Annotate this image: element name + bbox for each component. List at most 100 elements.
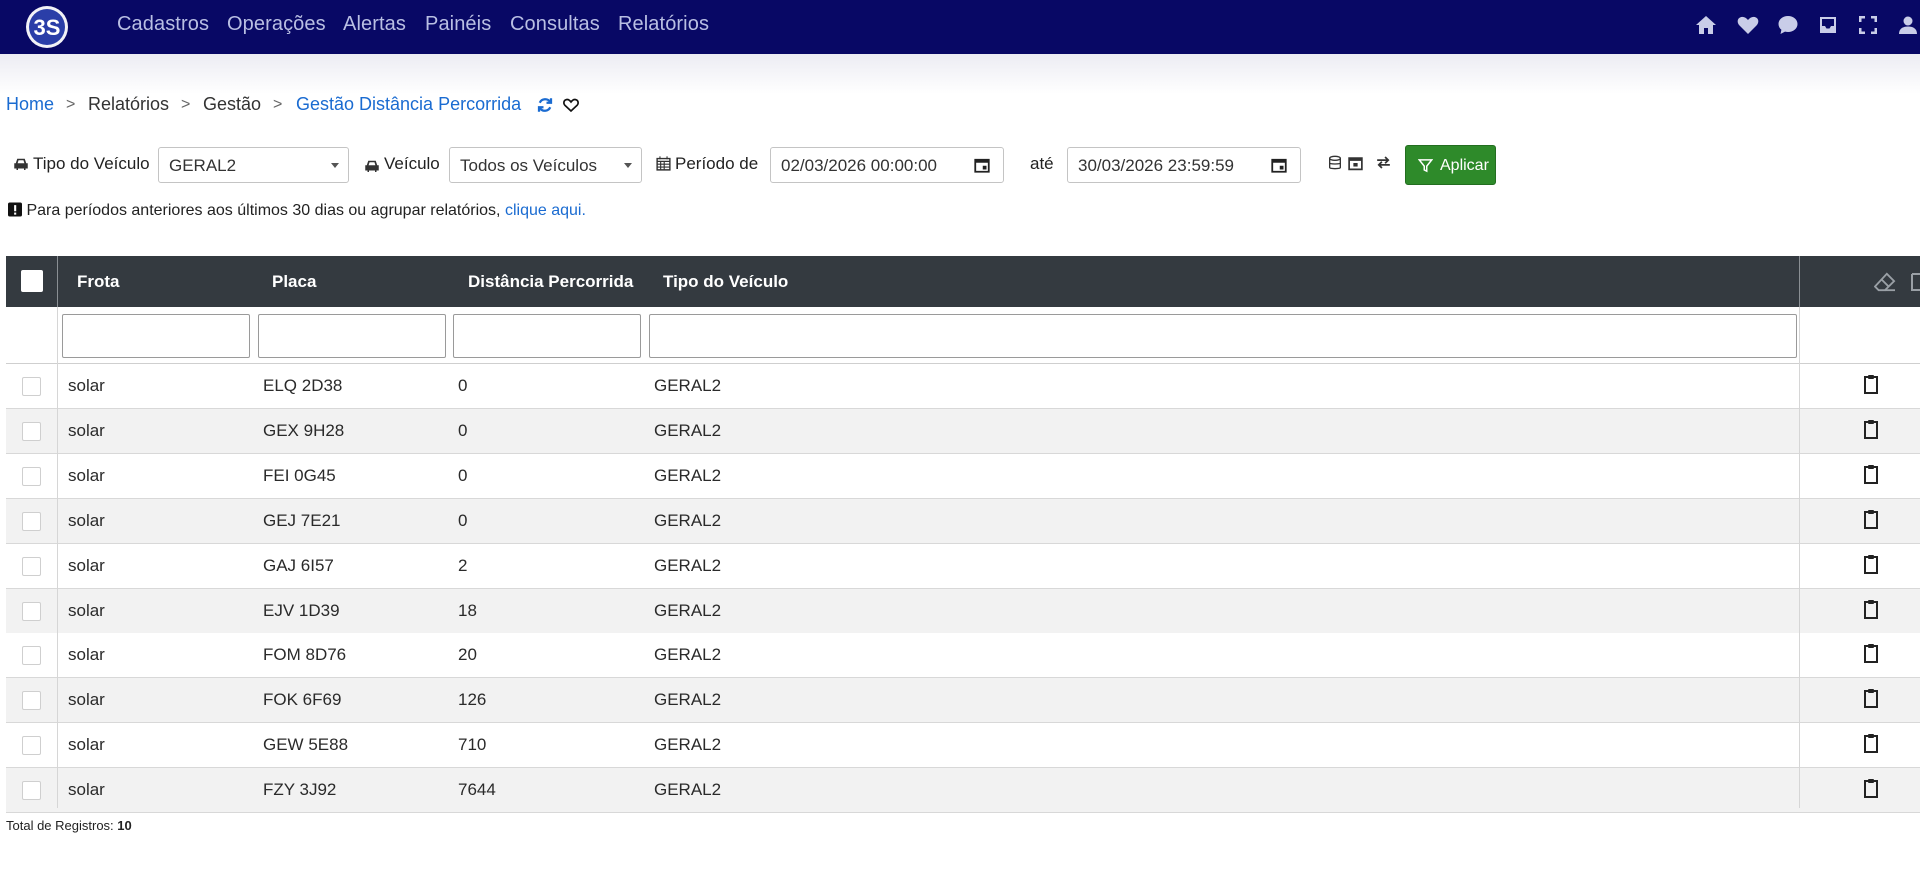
cell-tipo-veiculo: GERAL2 xyxy=(654,421,722,440)
notice-link[interactable]: clique aqui. xyxy=(505,202,586,219)
cell-distancia: 0 xyxy=(458,421,468,440)
apply-button[interactable]: Aplicar xyxy=(1405,145,1496,185)
vehicle-select[interactable]: Todos os Veículos xyxy=(449,147,642,183)
brand-logo[interactable]: 3S xyxy=(24,4,70,50)
clipboard-icon[interactable] xyxy=(1863,688,1879,708)
row-checkbox[interactable] xyxy=(22,691,41,710)
exclamation-icon xyxy=(8,202,22,217)
filter-tipo-veiculo-input[interactable] xyxy=(649,314,1797,358)
export-icon[interactable] xyxy=(1910,272,1920,292)
cell-tipo-veiculo: GERAL2 xyxy=(654,690,722,709)
cell-placa: EJV 1D39 xyxy=(263,601,340,620)
vehicle-type-select[interactable]: GERAL2 xyxy=(158,147,349,183)
cell-frota: solar xyxy=(68,421,105,440)
cell-frota: solar xyxy=(68,735,105,754)
period-from-input[interactable]: 02/03/2026 00:00:00 xyxy=(770,147,1004,183)
cell-placa: ELQ 2D38 xyxy=(263,376,343,395)
nav-relatorios[interactable]: Relatórios xyxy=(618,13,709,36)
row-checkbox[interactable] xyxy=(22,377,41,396)
brand-logo-text: 3S xyxy=(34,15,61,40)
nav-alertas[interactable]: Alertas xyxy=(343,13,406,36)
inbox-icon[interactable] xyxy=(1816,13,1840,37)
row-checkbox[interactable] xyxy=(22,736,41,755)
cell-frota: solar xyxy=(68,376,105,395)
total-records: Total de Registros: 10 xyxy=(6,818,132,833)
breadcrumb-separator: > xyxy=(273,96,283,113)
clipboard-icon[interactable] xyxy=(1863,464,1879,484)
header-divider xyxy=(1799,256,1800,307)
clipboard-icon[interactable] xyxy=(1863,778,1879,798)
row-checkbox[interactable] xyxy=(22,512,41,531)
column-divider xyxy=(57,307,58,808)
breadcrumb-gestao[interactable]: Gestão xyxy=(203,94,261,115)
total-records-value: 10 xyxy=(117,818,132,833)
swap-icon[interactable] xyxy=(1374,153,1393,172)
clipboard-icon[interactable] xyxy=(1863,733,1879,753)
fullscreen-icon[interactable] xyxy=(1856,13,1880,37)
row-checkbox[interactable] xyxy=(22,422,41,441)
nav-paineis[interactable]: Painéis xyxy=(425,13,491,36)
row-checkbox[interactable] xyxy=(22,781,41,800)
cell-distancia: 20 xyxy=(458,645,477,664)
cell-placa: FOM 8D76 xyxy=(263,645,347,664)
vehicle-value: Todos os Veículos xyxy=(460,156,598,175)
filter-placa-input[interactable] xyxy=(258,314,446,358)
cell-distancia: 0 xyxy=(458,466,468,485)
header-shadow xyxy=(0,54,1920,94)
nav-operacoes[interactable]: Operações xyxy=(227,13,326,36)
row-checkbox[interactable] xyxy=(22,646,41,665)
heart-icon[interactable] xyxy=(1736,13,1760,37)
select-all-checkbox[interactable] xyxy=(21,270,43,292)
clipboard-icon[interactable] xyxy=(1863,509,1879,529)
breadcrumb-relatorios[interactable]: Relatórios xyxy=(88,94,169,115)
clipboard-icon[interactable] xyxy=(1863,554,1879,574)
column-header-placa[interactable]: Placa xyxy=(272,272,316,292)
home-icon[interactable] xyxy=(1694,13,1718,37)
calendar-picker-icon[interactable] xyxy=(1270,156,1288,174)
row-checkbox[interactable] xyxy=(22,467,41,486)
row-checkbox[interactable] xyxy=(22,557,41,576)
vehicle-label: Veículo xyxy=(384,154,440,173)
calendar-picker-icon[interactable] xyxy=(973,156,991,174)
clipboard-icon[interactable] xyxy=(1863,419,1879,439)
cell-placa: FEI 0G45 xyxy=(263,466,336,485)
cell-frota: solar xyxy=(68,645,105,664)
clipboard-icon[interactable] xyxy=(1863,643,1879,663)
cell-placa: GEJ 7E21 xyxy=(263,511,341,530)
breadcrumb-home[interactable]: Home xyxy=(6,94,54,115)
clipboard-icon[interactable] xyxy=(1863,374,1879,394)
column-header-frota[interactable]: Frota xyxy=(77,272,120,292)
refresh-icon[interactable] xyxy=(536,96,554,114)
cell-placa: GEW 5E88 xyxy=(263,735,349,754)
user-icon[interactable] xyxy=(1896,13,1920,37)
period-to-input[interactable]: 30/03/2026 23:59:59 xyxy=(1067,147,1301,183)
cell-placa: FOK 6F69 xyxy=(263,690,342,709)
breadcrumb-current-page: Gestão Distância Percorrida xyxy=(296,94,522,114)
apply-button-label: Aplicar xyxy=(1440,157,1489,174)
database-icon[interactable] xyxy=(1327,154,1343,172)
header-divider xyxy=(57,256,58,307)
filter-frota-input[interactable] xyxy=(62,314,250,358)
eraser-icon[interactable] xyxy=(1874,272,1896,292)
period-from-value: 02/03/2026 00:00:00 xyxy=(781,156,937,175)
notice-text: Para períodos anteriores aos últimos 30 … xyxy=(26,202,501,219)
chat-icon[interactable] xyxy=(1776,13,1800,37)
clipboard-icon[interactable] xyxy=(1863,599,1879,619)
row-checkbox[interactable] xyxy=(22,602,41,621)
period-label: Período de xyxy=(675,154,759,173)
nav-consultas[interactable]: Consultas xyxy=(510,13,600,36)
filter-distancia-input[interactable] xyxy=(453,314,641,358)
column-divider xyxy=(1799,307,1800,808)
cell-tipo-veiculo: GERAL2 xyxy=(654,780,722,799)
cell-frota: solar xyxy=(68,466,105,485)
calendar-range-icon[interactable] xyxy=(1347,154,1364,172)
cell-placa: FZY 3J92 xyxy=(263,780,337,799)
filter-icon xyxy=(1418,159,1433,173)
favorite-heart-icon[interactable] xyxy=(562,96,580,114)
cell-distancia: 18 xyxy=(458,601,477,620)
nav-cadastros[interactable]: Cadastros xyxy=(117,13,209,36)
cell-frota: solar xyxy=(68,601,105,620)
calendar-icon xyxy=(656,156,671,171)
column-header-tipo-veiculo[interactable]: Tipo do Veículo xyxy=(663,272,788,292)
column-header-distancia[interactable]: Distância Percorrida xyxy=(468,272,633,292)
